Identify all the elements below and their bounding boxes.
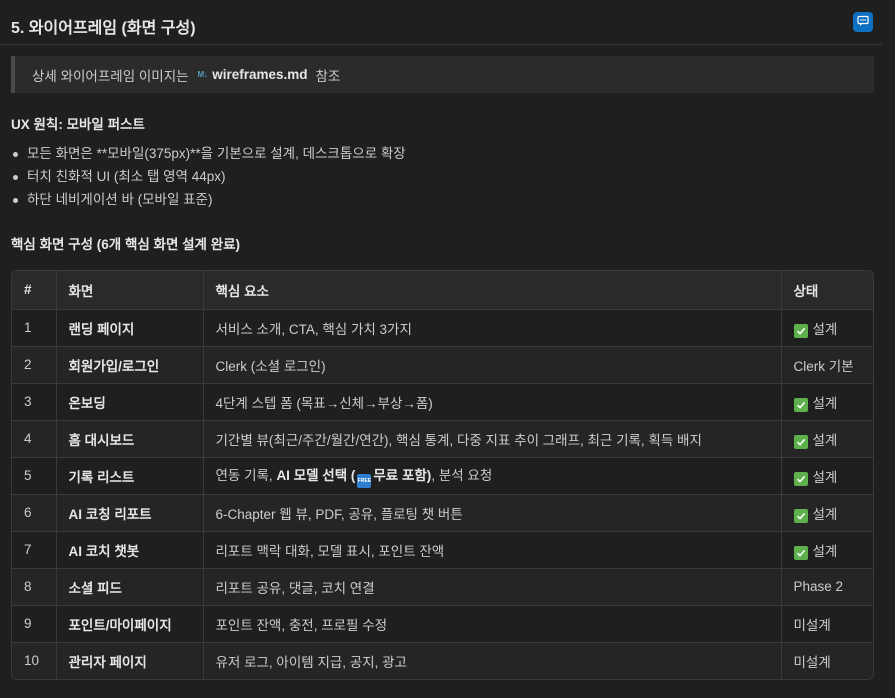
header-screen: 화면 [56,271,204,310]
cell-screen: 관리자 페이지 [56,642,204,679]
table-row: 8 소셜 피드 리포트 공유, 댓글, 코치 연결 Phase 2 [12,568,873,606]
quote-text: 상세 와이어프레임 이미지는 [32,68,189,84]
cell-elements: 포인트 잔액, 충전, 프로필 수정 [203,605,782,643]
cell-status: 설계 [781,494,873,532]
cell-status: 미설계 [781,605,873,643]
status-text: 설계 [812,469,838,485]
cell-screen: AI 코칭 리포트 [56,494,204,532]
cell-status: 설계 [781,420,873,458]
cell-num: 9 [12,605,57,643]
free-icon: FREE [357,473,372,488]
quote-suffix: 참조 [315,68,341,84]
cell-status: Clerk 기본 [781,346,873,384]
cell-screen: 소셜 피드 [56,568,204,606]
table-row: 3 온보딩 4단계 스텝 폼 (목표→신체→부상→폼) 설계 [12,383,873,421]
status-text: 설계 [812,395,838,411]
header-num: # [12,271,57,310]
status-text: 설계 [812,432,838,448]
table-row: 5 기록 리스트 연동 기록, AI 모델 선택 (FREE 무료 포함), 분석… [12,457,873,495]
cell-screen: 기록 리스트 [56,457,204,495]
cell-elements: 연동 기록, AI 모델 선택 (FREE 무료 포함), 분석 요청 [203,457,782,495]
cell-num: 6 [12,494,57,532]
header-status: 상태 [781,271,873,310]
elements-text: 연동 기록, [215,467,277,483]
status-text: 설계 [812,506,838,522]
markdown-file-icon: M↓ [197,70,208,79]
ux-principles-list: 모든 화면은 **모바일(375px)**을 기본으로 설계, 데스크톱으로 확… [11,145,406,214]
check-icon [793,434,808,449]
cell-screen: 홈 대시보드 [56,420,204,458]
header-elements: 핵심 요소 [203,271,782,310]
elements-text: , 분석 요청 [431,467,493,483]
list-item: 모든 화면은 **모바일(375px)**을 기본으로 설계, 데스크톱으로 확… [11,145,406,168]
table-row: 2 회원가입/로그인 Clerk (소셜 로그인) Clerk 기본 [12,346,873,384]
ux-principle-title: UX 원칙: 모바일 퍼스트 [11,117,145,132]
cell-screen: 랜딩 페이지 [56,309,204,347]
cell-status: 설계 [781,309,873,347]
cell-status: Phase 2 [781,568,873,606]
cell-screen: 온보딩 [56,383,204,421]
cell-elements: 리포트 공유, 댓글, 코치 연결 [203,568,782,606]
table-row: 10 관리자 페이지 유저 로그, 아이템 지급, 공지, 광고 미설계 [12,642,873,679]
check-icon [793,397,808,412]
cell-elements: 기간별 뷰(최근/주간/월간/연간), 핵심 통계, 다중 지표 추이 그래프,… [203,420,782,458]
cell-num: 1 [12,309,57,347]
cell-status: 설계 [781,383,873,421]
table-row: 4 홈 대시보드 기간별 뷰(최근/주간/월간/연간), 핵심 통계, 다중 지… [12,420,873,458]
cell-num: 8 [12,568,57,606]
status-text: 설계 [812,321,838,337]
cell-screen: 포인트/마이페이지 [56,605,204,643]
list-item: 터치 친화적 UI (최소 탭 영역 44px) [11,168,406,191]
table-row: 7 AI 코치 챗봇 리포트 맥락 대화, 모델 표시, 포인트 잔액 설계 [12,531,873,569]
cell-num: 3 [12,383,57,421]
screens-table: # 화면 핵심 요소 상태 1 랜딩 페이지 서비스 소개, CTA, 핵심 가… [11,270,874,680]
cell-elements: 유저 로그, 아이템 지급, 공지, 광고 [203,642,782,679]
cell-num: 7 [12,531,57,569]
chat-button[interactable] [853,12,873,32]
cell-elements: 리포트 맥락 대화, 모델 표시, 포인트 잔액 [203,531,782,569]
screens-section-title: 핵심 화면 구성 (6개 핵심 화면 설계 완료) [11,237,241,252]
table-header-row: # 화면 핵심 요소 상태 [12,271,873,310]
table-row: 1 랜딩 페이지 서비스 소개, CTA, 핵심 가치 3가지 설계 [12,309,873,347]
elements-bold: 무료 포함) [373,467,432,483]
check-icon [793,508,808,523]
cell-elements: 4단계 스텝 폼 (목표→신체→부상→폼) [203,383,782,421]
cell-elements: 서비스 소개, CTA, 핵심 가치 3가지 [203,309,782,347]
blockquote: 상세 와이어프레임 이미지는 M↓ wireframes.md 참조 [11,56,874,93]
elements-bold: AI 모델 선택 ( [276,467,356,483]
cell-status: 설계 [781,457,873,495]
section-heading: 5. 와이어프레임 (화면 구성) [11,20,196,37]
status-text: 설계 [812,543,838,559]
cell-num: 2 [12,346,57,384]
cell-num: 5 [12,457,57,495]
cell-screen: AI 코치 챗봇 [56,531,204,569]
wireframes-link[interactable]: wireframes.md [212,67,307,82]
check-icon [793,471,808,486]
cell-screen: 회원가입/로그인 [56,346,204,384]
check-icon [793,545,808,560]
table-row: 9 포인트/마이페이지 포인트 잔액, 충전, 프로필 수정 미설계 [12,605,873,643]
markdown-preview: 5. 와이어프레임 (화면 구성) 상세 와이어프레임 이미지는 M↓ wire… [0,0,882,698]
cell-num: 4 [12,420,57,458]
cell-num: 10 [12,642,57,679]
heading-divider [0,44,882,45]
check-icon [793,323,808,338]
cell-elements: Clerk (소셜 로그인) [203,346,782,384]
chat-icon [857,15,869,30]
cell-status: 설계 [781,531,873,569]
cell-status: 미설계 [793,654,831,670]
table-row: 6 AI 코칭 리포트 6-Chapter 웹 뷰, PDF, 공유, 플로팅 … [12,494,873,532]
cell-elements: 6-Chapter 웹 뷰, PDF, 공유, 플로팅 챗 버튼 [203,494,782,532]
list-item: 하단 네비게이션 바 (모바일 표준) [11,191,406,214]
